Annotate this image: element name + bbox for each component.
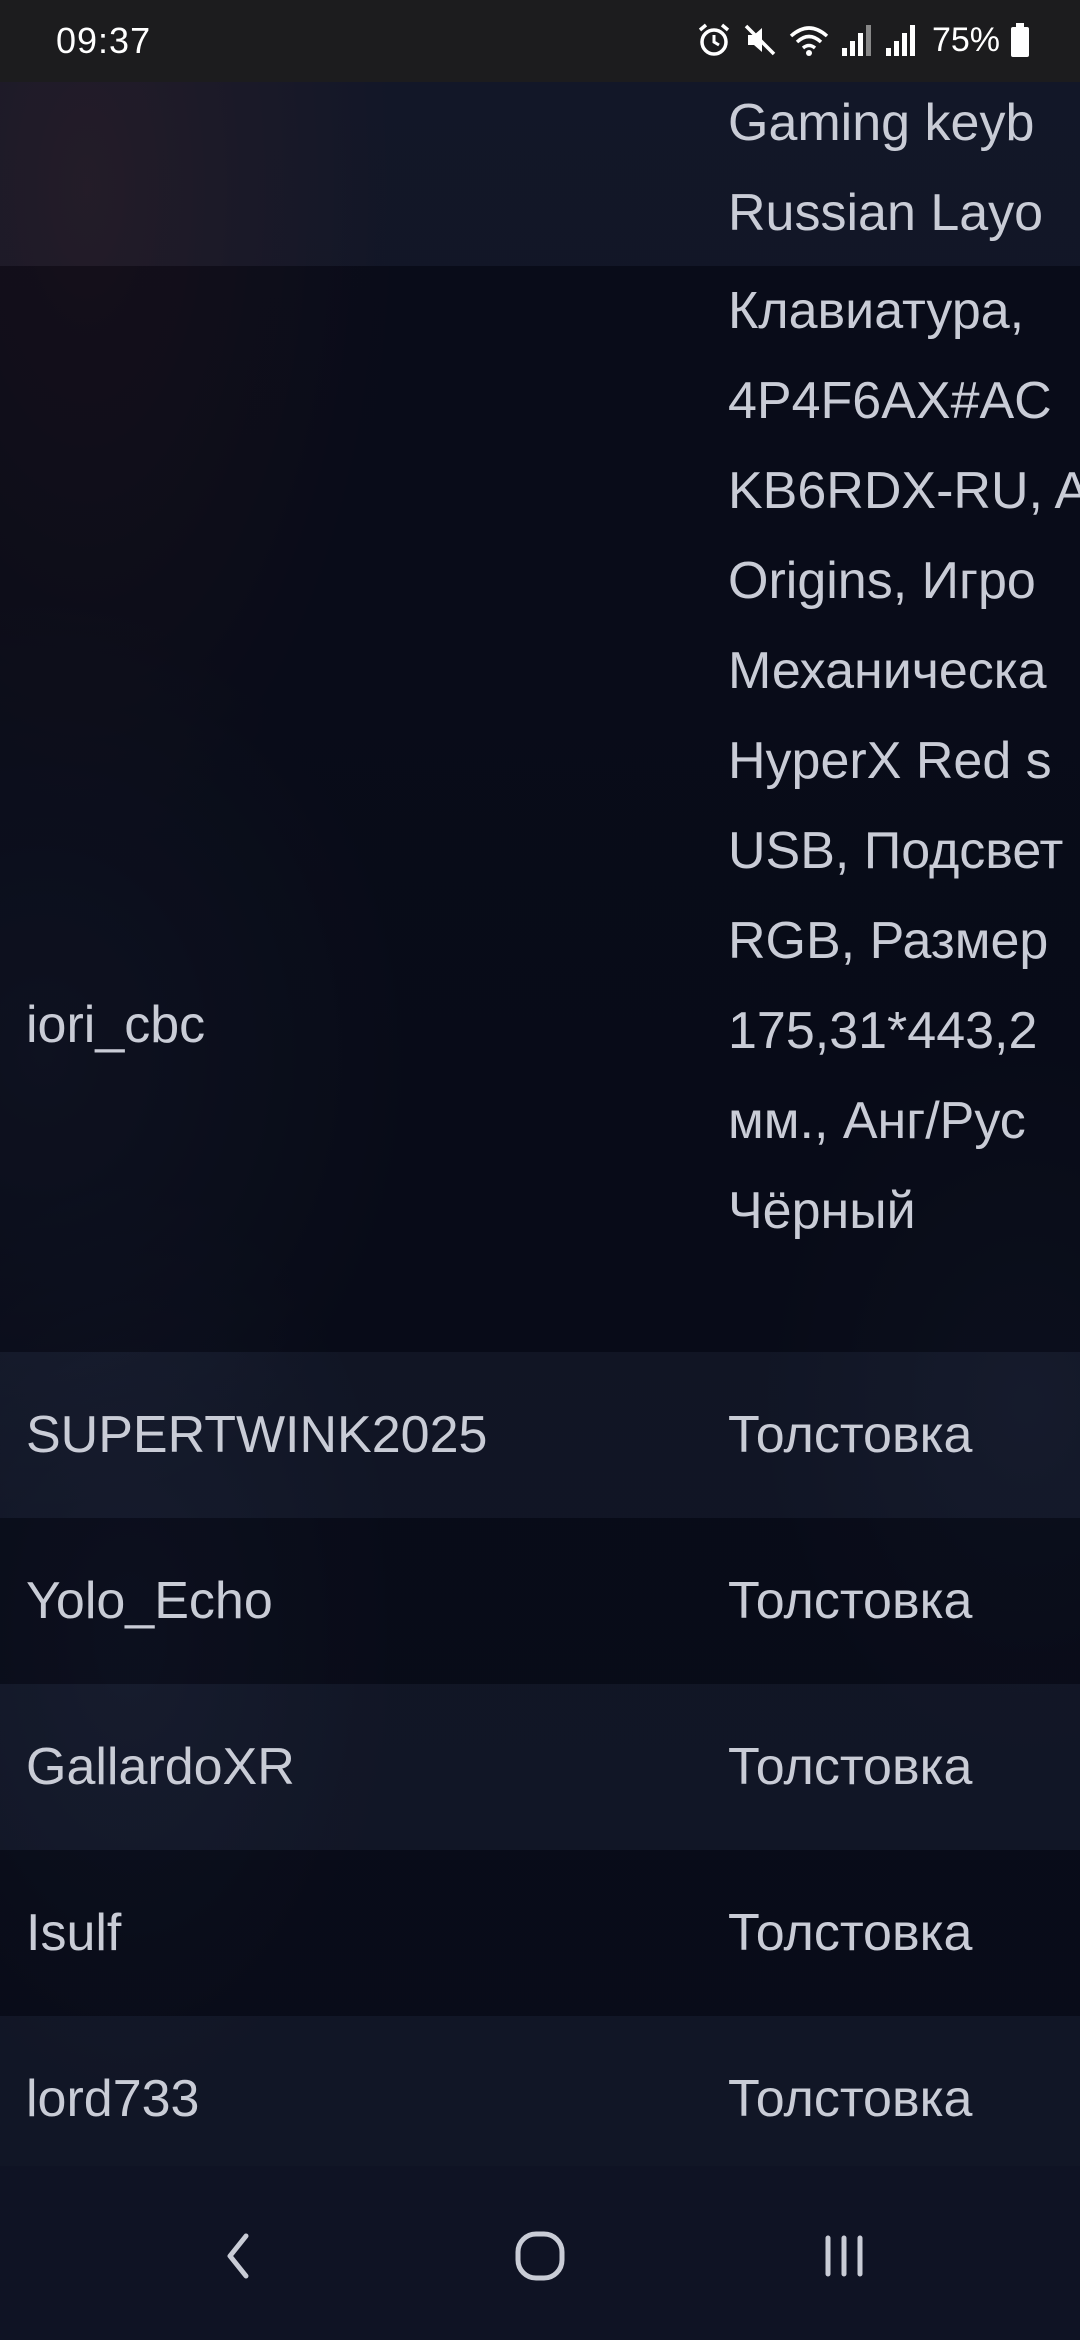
item-line: Клавиатура, bbox=[728, 282, 1025, 340]
item-cell: Толстовка bbox=[728, 1904, 973, 1962]
battery-icon bbox=[1010, 22, 1030, 58]
item-line: KB6RDX-RU, A bbox=[728, 462, 1080, 520]
mute-icon bbox=[742, 22, 778, 58]
back-icon bbox=[227, 2233, 249, 2279]
alarm-icon bbox=[696, 22, 732, 58]
recent-apps-button[interactable] bbox=[804, 2216, 884, 2296]
table-row: Yolo_Echo Толстовка bbox=[0, 1518, 1080, 1684]
username-cell: iori_cbc bbox=[26, 996, 206, 1054]
recent-apps-icon bbox=[825, 2235, 863, 2277]
signal-icon bbox=[884, 22, 918, 58]
username-cell: lord733 bbox=[26, 2070, 200, 2128]
item-line: 175,31*443,2 bbox=[728, 1002, 1038, 1060]
item-line: мм., Анг/Рус bbox=[728, 1092, 1026, 1150]
status-time: 09:37 bbox=[56, 20, 152, 61]
screen: 09:37 75% Gaming keyb Russian Layo iori_… bbox=[0, 0, 1080, 2340]
username-cell: GallardoXR bbox=[26, 1738, 295, 1796]
username-cell: Isulf bbox=[26, 1904, 122, 1962]
item-cell: Толстовка bbox=[728, 1572, 973, 1630]
battery-percent: 75% bbox=[931, 20, 1000, 59]
item-line: Механическа bbox=[728, 642, 1047, 700]
item-line: Чёрный bbox=[728, 1182, 916, 1240]
home-icon bbox=[515, 2231, 565, 2281]
item-cell: Толстовка bbox=[728, 2070, 973, 2128]
status-icons: 75% bbox=[696, 18, 1030, 62]
item-cell: Толстовка bbox=[728, 1738, 973, 1796]
item-line: RGB, Размер bbox=[728, 912, 1049, 970]
winners-table: Gaming keyb Russian Layo iori_cbc Клавиа… bbox=[0, 82, 1080, 2182]
back-button[interactable] bbox=[198, 2216, 278, 2296]
home-button[interactable] bbox=[500, 2216, 580, 2296]
item-line: Russian Layo bbox=[728, 184, 1044, 242]
item-cell: Толстовка bbox=[728, 1406, 973, 1464]
navigation-bar bbox=[0, 2166, 1080, 2340]
table-row: Isulf Толстовка bbox=[0, 1850, 1080, 2016]
wifi-icon bbox=[788, 22, 830, 58]
item-line: HyperX Red s bbox=[728, 732, 1052, 790]
table-row: iori_cbc Клавиатура, 4P4F6AX#AC KB6RDX-R… bbox=[0, 266, 1080, 1352]
table-row: lord733 Толстовка bbox=[0, 2016, 1080, 2182]
item-cell: Клавиатура, 4P4F6AX#AC KB6RDX-RU, A Orig… bbox=[728, 266, 1080, 1256]
table-row: SUPERTWINK2025 Толстовка bbox=[0, 1352, 1080, 1518]
status-bar: 09:37 75% bbox=[0, 0, 1080, 82]
table-row: Gaming keyb Russian Layo bbox=[0, 82, 1080, 266]
username-cell: Yolo_Echo bbox=[26, 1572, 273, 1630]
item-line: 4P4F6AX#AC bbox=[728, 372, 1052, 430]
table-row: GallardoXR Толстовка bbox=[0, 1684, 1080, 1850]
signal-icon bbox=[840, 22, 874, 58]
item-line: Gaming keyb bbox=[728, 94, 1035, 152]
item-line: USB, Подсвет bbox=[728, 822, 1064, 880]
item-line: Origins, Игро bbox=[728, 552, 1036, 610]
username-cell: SUPERTWINK2025 bbox=[26, 1406, 488, 1464]
item-cell: Gaming keyb Russian Layo bbox=[728, 78, 1043, 258]
